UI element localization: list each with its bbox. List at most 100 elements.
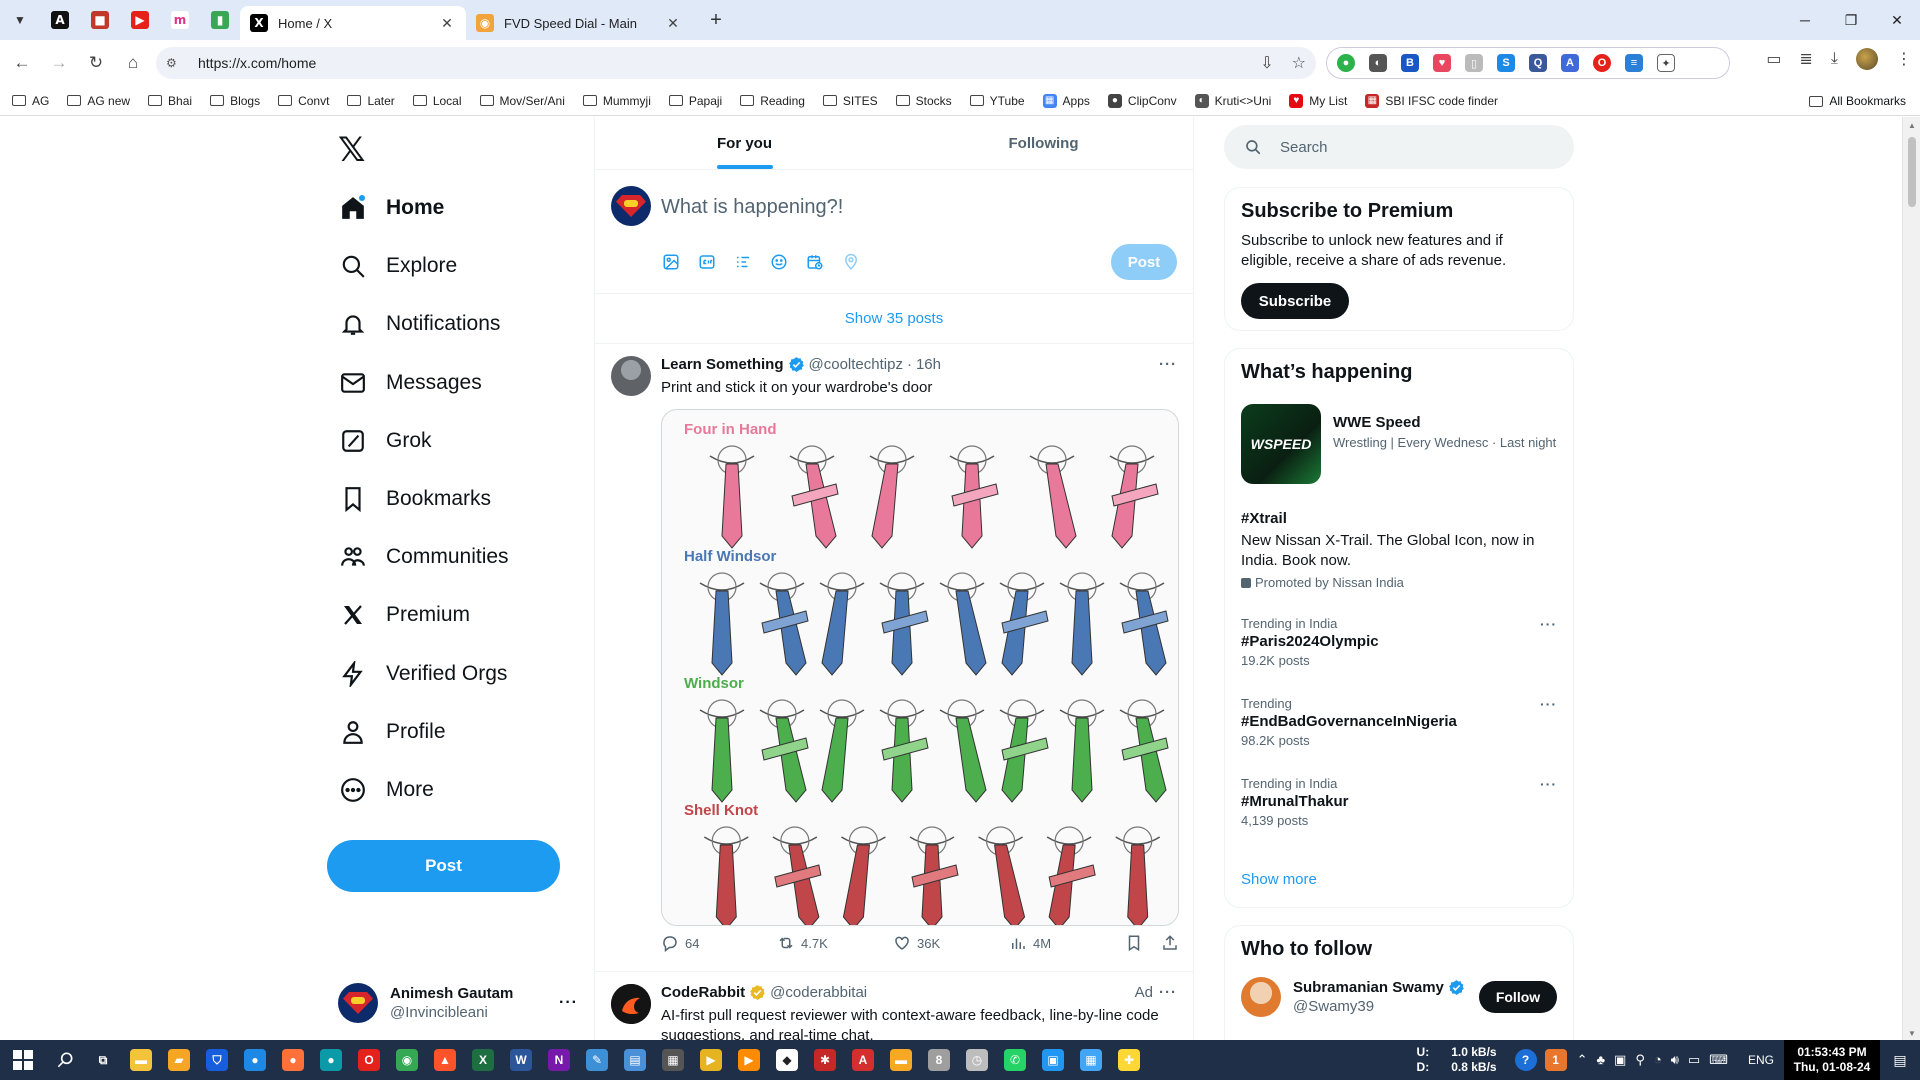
- star-icon[interactable]: ☆: [1292, 53, 1306, 73]
- taskbar-search[interactable]: [46, 1040, 84, 1080]
- repost-button[interactable]: 4.7K: [777, 934, 893, 952]
- close-window-button[interactable]: ✕: [1874, 0, 1920, 40]
- search-input[interactable]: Search: [1224, 125, 1574, 169]
- show-more-link[interactable]: Show more: [1225, 871, 1333, 888]
- taskbar-app[interactable]: ▤: [616, 1040, 654, 1080]
- back-button[interactable]: ←: [7, 48, 37, 78]
- extension-icon[interactable]: ●: [1337, 54, 1355, 72]
- extension-icon[interactable]: B: [1401, 54, 1419, 72]
- home-button[interactable]: ⌂: [118, 48, 148, 78]
- install-app-icon[interactable]: ⇩: [1260, 53, 1273, 73]
- emoji-icon[interactable]: [769, 252, 789, 272]
- pinned-tab-5[interactable]: ▮: [200, 4, 240, 36]
- volume-icon[interactable]: 🔊︎: [1671, 1052, 1679, 1068]
- address-bar[interactable]: ⚙ https://x.com/home ⇩ ☆: [156, 47, 1316, 79]
- scroll-up-icon[interactable]: ▲: [1908, 121, 1916, 130]
- taskbar-app[interactable]: ✚: [1110, 1040, 1148, 1080]
- share-icon[interactable]: [1161, 934, 1179, 952]
- taskbar-app[interactable]: ✎: [578, 1040, 616, 1080]
- nav-item-bookmarks[interactable]: Bookmarks: [338, 475, 491, 523]
- task-view[interactable]: ⧉: [84, 1040, 122, 1080]
- nav-item-premium[interactable]: Premium: [338, 591, 470, 639]
- nav-item-profile[interactable]: Profile: [338, 708, 446, 756]
- promoted-trend[interactable]: #Xtrail New Nissan X-Trail. The Global I…: [1225, 510, 1573, 590]
- extension-icon[interactable]: A: [1561, 54, 1579, 72]
- avatar[interactable]: [1241, 977, 1281, 1017]
- reply-button[interactable]: 64: [661, 934, 777, 952]
- tray-app-icon[interactable]: ⚲: [1635, 1052, 1645, 1068]
- avatar[interactable]: [611, 356, 651, 396]
- profile-avatar[interactable]: [1856, 48, 1878, 70]
- nav-item-home[interactable]: Home: [338, 184, 444, 232]
- mouse-icon[interactable]: ▯: [1465, 54, 1483, 72]
- more-icon[interactable]: ···: [1159, 356, 1177, 373]
- taskbar-app[interactable]: ●: [312, 1040, 350, 1080]
- taskbar-app[interactable]: X: [464, 1040, 502, 1080]
- close-icon[interactable]: ✕: [438, 15, 456, 32]
- taskbar-app[interactable]: ▦: [1072, 1040, 1110, 1080]
- bookmark-2[interactable]: Bhai: [148, 94, 192, 108]
- bookmark-18[interactable]: ▦ SBI IFSC code finder: [1365, 93, 1498, 108]
- close-icon[interactable]: ✕: [664, 15, 682, 32]
- pinned-tab-2[interactable]: ■: [80, 4, 120, 36]
- follow-button[interactable]: Follow: [1479, 981, 1557, 1013]
- download-icon[interactable]: ⤓: [1831, 50, 1838, 68]
- event-item[interactable]: WSPEED WWE Speed Wrestling | Every Wedne…: [1225, 404, 1573, 484]
- extension-icon[interactable]: S: [1497, 54, 1515, 72]
- compose-input[interactable]: What is happening?!: [661, 196, 843, 219]
- taskbar-app[interactable]: ▬: [122, 1040, 160, 1080]
- extension-icon[interactable]: Q: [1529, 54, 1547, 72]
- bookmark-icon[interactable]: [1125, 934, 1143, 952]
- taskbar-app[interactable]: ●: [274, 1040, 312, 1080]
- nav-item-explore[interactable]: Explore: [338, 242, 457, 290]
- tweet-ad[interactable]: CodeRabbit @coderabbitai Ad ··· AI-first…: [595, 972, 1193, 1040]
- bookmark-4[interactable]: Convt: [278, 94, 329, 108]
- like-button[interactable]: 36K: [893, 934, 1009, 952]
- bookmark-0[interactable]: AG: [12, 94, 49, 108]
- avatar[interactable]: [611, 984, 651, 1024]
- taskbar-app[interactable]: ▦: [654, 1040, 692, 1080]
- nav-item-notifications[interactable]: Notifications: [338, 300, 500, 348]
- bookmark-15[interactable]: ● ClipConv: [1107, 93, 1177, 108]
- clock[interactable]: 01:53:43 PM Thu, 01-08-24: [1784, 1040, 1880, 1080]
- opera-icon[interactable]: O: [1593, 54, 1611, 72]
- taskbar-app[interactable]: 8: [920, 1040, 958, 1080]
- more-icon[interactable]: ···: [559, 994, 578, 1012]
- extension-icon[interactable]: ≡: [1625, 54, 1643, 72]
- taskbar-app[interactable]: W: [502, 1040, 540, 1080]
- schedule-icon[interactable]: [805, 252, 825, 272]
- taskbar-app[interactable]: A: [844, 1040, 882, 1080]
- nav-item-communities[interactable]: Communities: [338, 533, 509, 581]
- scrollbar-thumb[interactable]: [1908, 137, 1916, 207]
- views-button[interactable]: 4M: [1009, 934, 1125, 952]
- more-icon[interactable]: ···: [1540, 776, 1557, 792]
- all-bookmarks[interactable]: All Bookmarks: [1809, 94, 1906, 108]
- notification-app-icon[interactable]: 1: [1544, 1049, 1567, 1071]
- trend-item[interactable]: Trending in India #MrunalThakur 4,139 post…: [1225, 776, 1573, 828]
- help-icon[interactable]: ?: [1514, 1049, 1537, 1071]
- taskbar-app[interactable]: ▶: [730, 1040, 768, 1080]
- taskbar-app[interactable]: ✱: [806, 1040, 844, 1080]
- action-center-icon[interactable]: ▤: [1880, 1052, 1920, 1069]
- author-handle[interactable]: @cooltechtipz: [809, 356, 903, 373]
- pinned-tab-1[interactable]: A: [40, 4, 80, 36]
- more-icon[interactable]: ···: [1159, 984, 1177, 1001]
- keyboard-icon[interactable]: ⌨: [1709, 1052, 1728, 1068]
- bookmark-5[interactable]: Later: [347, 94, 395, 108]
- bookmark-13[interactable]: YTube: [969, 94, 1025, 108]
- scroll-down-icon[interactable]: ▼: [1908, 1029, 1916, 1038]
- nav-item-grok[interactable]: Grok: [338, 417, 432, 465]
- new-tab-button[interactable]: +: [702, 9, 730, 32]
- pocket-icon[interactable]: ♥: [1433, 54, 1451, 72]
- account-switcher[interactable]: Animesh Gautam @Invincibleani ···: [338, 973, 578, 1033]
- author-name[interactable]: CodeRabbit: [661, 984, 745, 1001]
- tweet-image[interactable]: Four in Hand Half Windsor Windsor Shell Kno…: [661, 409, 1179, 926]
- nav-item-verified-orgs[interactable]: Verified Orgs: [338, 650, 507, 698]
- nav-item-more[interactable]: More: [338, 766, 434, 814]
- taskbar-app[interactable]: ▣: [1034, 1040, 1072, 1080]
- taskbar-app[interactable]: ◆: [768, 1040, 806, 1080]
- image-icon[interactable]: [661, 252, 681, 272]
- taskbar-app[interactable]: ●: [236, 1040, 274, 1080]
- page-scrollbar[interactable]: ▲ ▼: [1902, 117, 1920, 1040]
- subscribe-button[interactable]: Subscribe: [1241, 283, 1349, 319]
